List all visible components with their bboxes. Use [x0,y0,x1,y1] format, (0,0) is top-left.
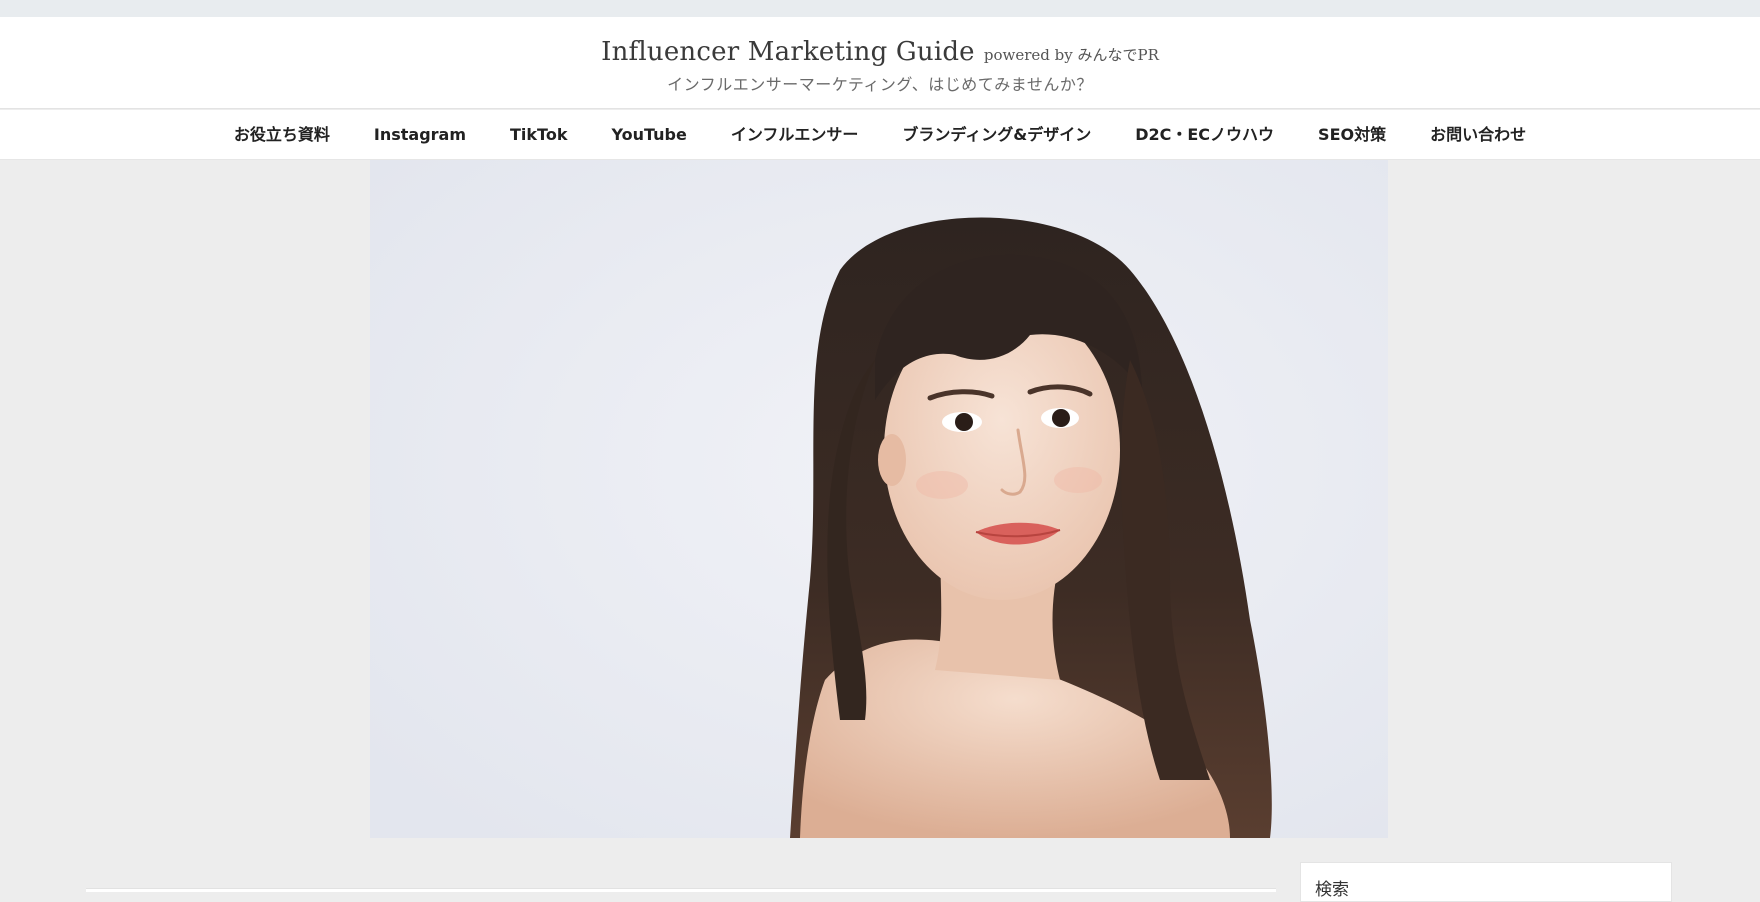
hero-image [370,160,1388,838]
site-header: Influencer Marketing Guide powered by みん… [0,17,1760,109]
global-nav: お役立ち資料 Instagram TikTok YouTube インフルエンサー… [0,110,1760,160]
sidebar-search-widget: 検索 [1300,862,1672,902]
nav-item-instagram[interactable]: Instagram [352,110,488,160]
nav-item-branding-design[interactable]: ブランディング&デザイン [880,110,1113,160]
nav-item-youtube[interactable]: YouTube [589,110,708,160]
nav-item-d2c-ec[interactable]: D2C・ECノウハウ [1113,110,1296,160]
site-powered-by: powered by みんなでPR [983,46,1159,64]
nav-item-contact[interactable]: お問い合わせ [1408,110,1548,160]
nav-item-seo[interactable]: SEO対策 [1296,110,1408,160]
top-strip [0,0,1760,17]
nav-item-tiktok[interactable]: TikTok [488,110,589,160]
site-tagline: インフルエンサーマーケティング、はじめてみませんか？ [667,75,1093,94]
site-title[interactable]: Influencer Marketing Guide [601,37,975,67]
sidebar-search-heading: 検索 [1315,880,1349,900]
site-title-line: Influencer Marketing Guide powered by みん… [0,37,1760,67]
global-nav-list: お役立ち資料 Instagram TikTok YouTube インフルエンサー… [0,110,1760,160]
nav-item-influencer[interactable]: インフルエンサー [709,110,881,160]
nav-item-resources[interactable]: お役立ち資料 [212,110,352,160]
main-content-card-edge [86,888,1276,892]
hero-portrait-illustration [370,160,1388,838]
